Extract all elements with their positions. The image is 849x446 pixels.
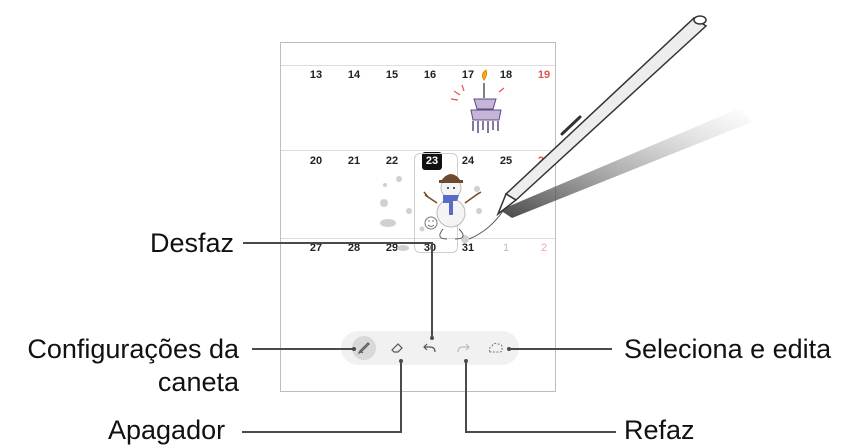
label-eraser: Apagador	[108, 415, 226, 445]
label-pen-settings-line2: caneta	[157, 367, 239, 397]
callout-line-redo	[465, 361, 616, 433]
callout-line-undo	[243, 242, 433, 338]
label-redo: Refaz	[624, 415, 695, 445]
callout-line-eraser	[242, 361, 402, 433]
label-pen-settings-line1: Configurações da	[27, 334, 239, 364]
label-undo: Desfaz	[150, 228, 235, 258]
label-select-edit: Seleciona e edita	[624, 334, 832, 364]
